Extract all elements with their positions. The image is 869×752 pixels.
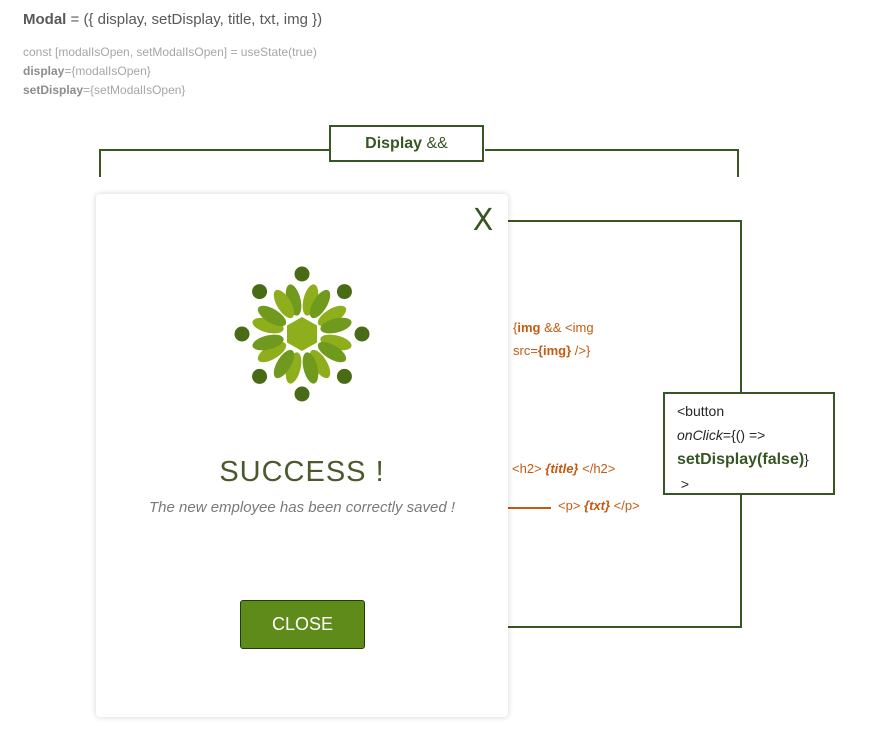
prop-display: display	[23, 64, 65, 78]
prop-display-value: ={modalIsOpen}	[64, 64, 151, 78]
title-ann-prop: {title}	[545, 461, 579, 476]
condition-keyword: Display	[365, 134, 423, 152]
logo-dot	[354, 326, 370, 342]
txt-ann-close: </p>	[610, 498, 640, 513]
code-line-display: display={modalIsOpen}	[23, 64, 151, 78]
txt-annotation: <p> {txt} </p>	[558, 494, 640, 517]
onclick-label: onClick	[677, 427, 723, 443]
modal-text: The new employee has been correctly save…	[149, 499, 455, 516]
setdisplay-brace: }	[804, 451, 809, 467]
img-ann-src: src=	[513, 343, 538, 358]
component-params: = ({ display, setDisplay, title, txt, im…	[66, 11, 323, 28]
button-code-line1: <button	[677, 403, 725, 419]
code-line-setdisplay: setDisplay={setModalIsOpen}	[23, 83, 185, 97]
prop-setdisplay: setDisplay	[23, 83, 84, 97]
component-signature: Modal = ({ display, setDisplay, title, t…	[23, 11, 322, 28]
prop-setdisplay-value: ={setModalIsOpen}	[83, 83, 186, 97]
logo-dot	[336, 368, 352, 384]
code-line-state: const [modalIsOpen, setModalIsOpen] = us…	[23, 45, 317, 59]
display-condition-box: Display &&	[329, 125, 484, 162]
logo-center	[287, 317, 317, 351]
component-name: Modal	[23, 11, 67, 28]
img-ann-src-value: {img}	[537, 343, 572, 358]
txt-ann-open: <p>	[558, 498, 585, 513]
txt-ann-prop: {txt}	[584, 498, 611, 513]
button-code-box: <button onClick={() => setDisplay(false)…	[663, 392, 835, 495]
button-code-line4: >	[677, 476, 690, 492]
img-ann-tag: && <img	[540, 320, 594, 335]
title-ann-close: </h2>	[578, 461, 616, 476]
setdisplay-call: setDisplay(false)	[677, 451, 805, 468]
logo-dot	[294, 386, 310, 402]
img-ann-close: />}	[571, 343, 591, 358]
logo-dot	[252, 368, 268, 384]
logo-dot	[234, 326, 250, 342]
logo-dot	[294, 266, 310, 282]
logo-dot	[252, 284, 268, 300]
modal-title: SUCCESS !	[219, 456, 385, 488]
onclick-arrow: ={() =>	[722, 427, 766, 443]
img-annotation: {img && <img src={img} />}	[513, 316, 594, 362]
close-x-icon[interactable]: X	[470, 205, 496, 237]
title-annotation: <h2> {title} </h2>	[512, 457, 615, 480]
button-code-line3: setDisplay(false)}	[677, 447, 833, 472]
close-button[interactable]: CLOSE	[240, 600, 365, 649]
title-ann-open: <h2>	[512, 461, 546, 476]
img-ann-prop: img	[517, 320, 541, 335]
mandala-logo-icon	[234, 266, 370, 402]
condition-operator: &&	[422, 134, 448, 152]
logo-dot	[336, 284, 352, 300]
button-code-line2: onClick={() =>	[677, 423, 833, 447]
